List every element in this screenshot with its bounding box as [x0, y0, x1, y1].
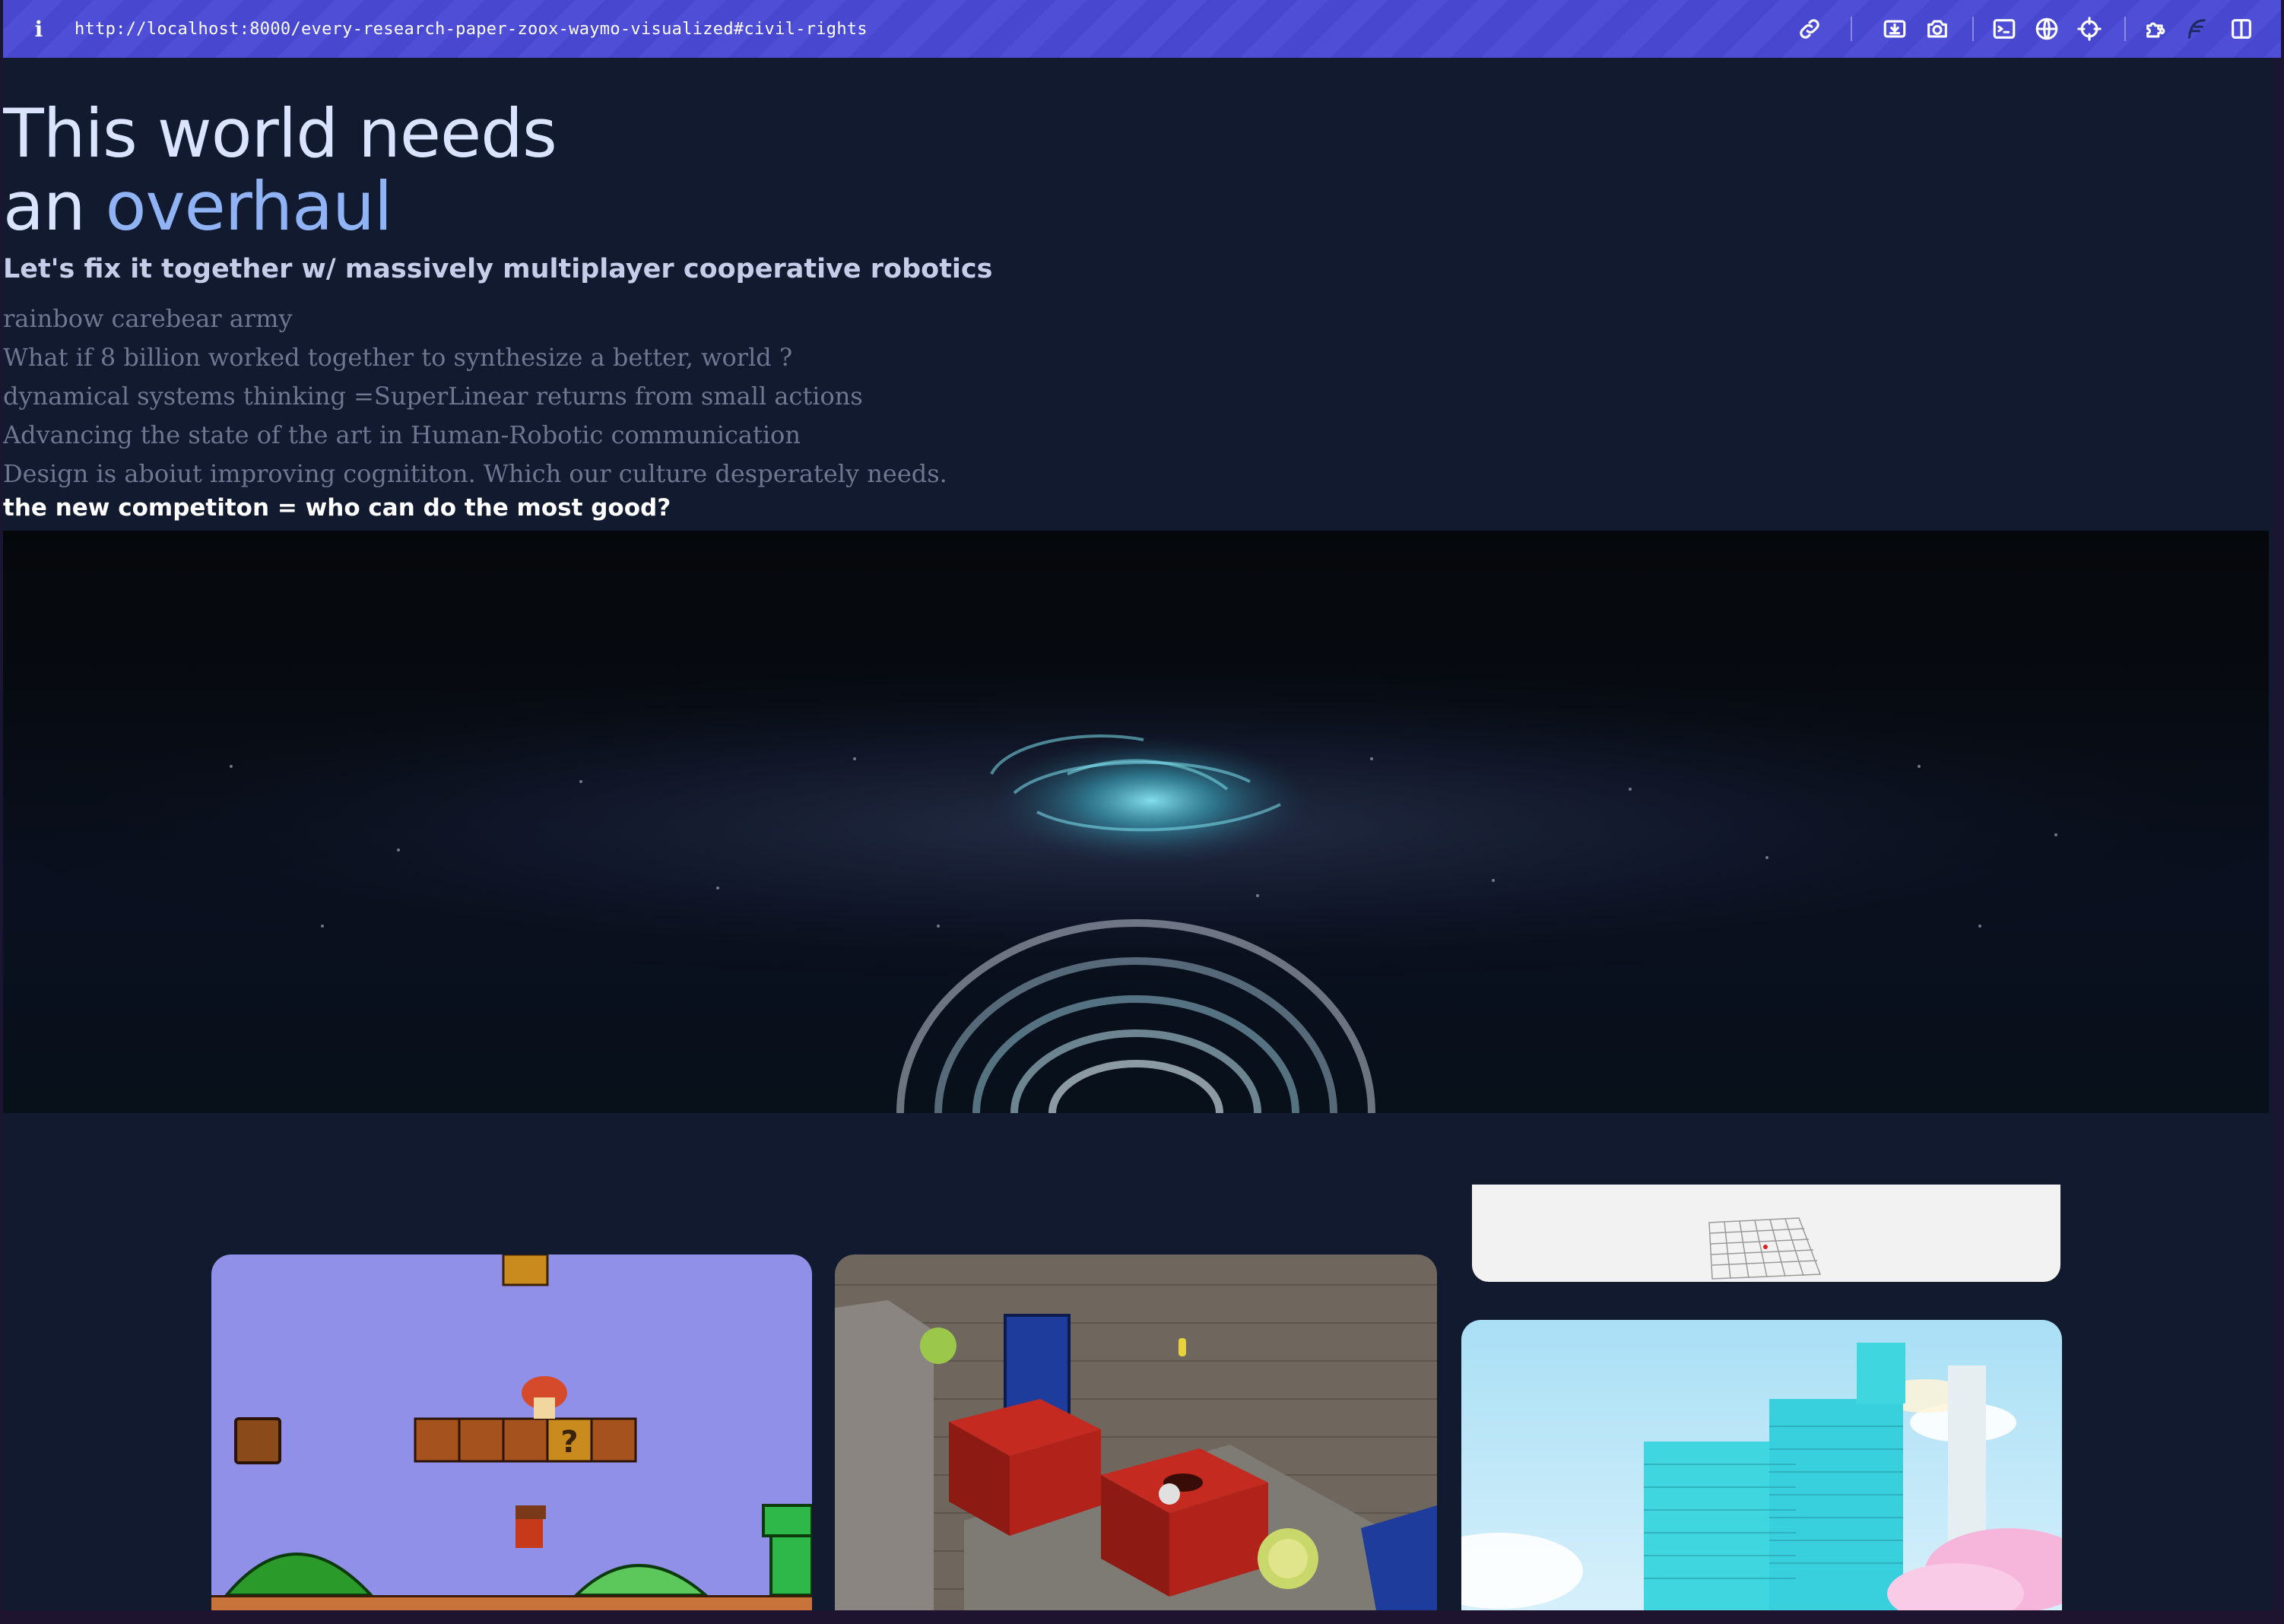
page-subtitle: Let's fix it together w/ massively multi…: [3, 254, 993, 284]
intro-line: rainbow carebear army: [3, 304, 293, 333]
toolbar-separator: [1972, 17, 1974, 41]
mario-game-card[interactable]: ?: [211, 1254, 812, 1610]
toolbar-separator: [2124, 17, 2126, 41]
extensions-icon[interactable]: [2143, 15, 2170, 43]
voxel-cube-game-card[interactable]: [835, 1254, 1437, 1610]
intro-line: What if 8 billion worked together to syn…: [3, 343, 793, 372]
camera-icon[interactable]: [1924, 15, 1951, 43]
link-icon[interactable]: [1796, 15, 1823, 43]
toolbar-separator: [1851, 17, 1852, 41]
download-icon[interactable]: [1881, 15, 1908, 43]
title-highlight: overhaul: [105, 167, 393, 246]
tagline: the new competiton = who can do the most…: [3, 494, 671, 522]
svg-text:?: ?: [560, 1425, 578, 1460]
info-icon[interactable]: i: [30, 17, 47, 42]
intro-lines: rainbow carebear army What if 8 billion …: [3, 300, 947, 493]
crosshair-icon[interactable]: [2076, 15, 2103, 43]
intro-line: dynamical systems thinking =SuperLinear …: [3, 382, 863, 411]
feather-icon[interactable]: [2182, 15, 2209, 43]
globe-icon[interactable]: [2033, 15, 2060, 43]
browser-toolbar: i http://localhost:8000/every-research-p…: [3, 0, 2281, 58]
title-line-1: This world needs: [3, 94, 557, 173]
page-title: This world needs an overhaul: [3, 97, 557, 243]
title-line-2-prefix: an: [3, 167, 106, 246]
intro-line: Advancing the state of the art in Human-…: [3, 420, 801, 449]
page-content: This world needs an overhaul Let's fix i…: [3, 58, 2272, 1610]
grid-plane-card[interactable]: [1472, 1185, 2060, 1282]
intro-line: Design is aboiut improving cognititon. W…: [3, 459, 947, 488]
bottom-edge: [0, 1610, 2284, 1624]
galaxy-hero-image: [3, 531, 2269, 1113]
address-bar-url[interactable]: http://localhost:8000/every-research-pap…: [75, 20, 868, 39]
city-skyline-card[interactable]: [1461, 1320, 2062, 1610]
terminal-icon[interactable]: [1991, 15, 2018, 43]
sidebar-icon[interactable]: [2228, 15, 2255, 43]
